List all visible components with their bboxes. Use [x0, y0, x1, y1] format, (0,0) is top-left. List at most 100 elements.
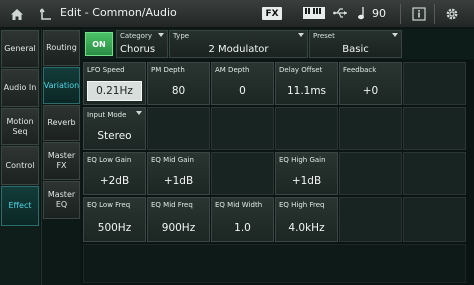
param-value: +1dB	[163, 175, 194, 187]
param-value: 1.0	[234, 222, 251, 234]
subnav-label: Master FX	[47, 151, 76, 170]
empty-cell	[339, 152, 402, 195]
eq-mid-freq-knob[interactable]: EQ Mid Freq 900Hz	[147, 197, 210, 242]
param-label: LFO Speed	[87, 66, 125, 74]
home-icon	[11, 8, 23, 20]
subnav-label: Routing	[46, 43, 77, 52]
note-icon	[358, 7, 364, 20]
empty-cell	[403, 107, 466, 150]
pm-depth-knob[interactable]: PM Depth 80	[147, 62, 210, 105]
secondary-nav: Routing Variation Reverb Master FX Maste…	[41, 29, 80, 285]
nav-effect[interactable]: Effect	[1, 186, 39, 226]
info-icon	[412, 7, 426, 21]
subnav-master-eq[interactable]: Master EQ	[43, 181, 80, 219]
param-value: Stereo	[97, 130, 132, 142]
param-label: EQ Low Freq	[87, 201, 131, 209]
gear-icon	[446, 8, 458, 20]
parameter-grid: LFO Speed 0.21Hz PM Depth 80 AM Depth 0 …	[82, 60, 474, 285]
subnav-reverb[interactable]: Reverb	[43, 105, 80, 141]
type-selector[interactable]: Type 2 Modulator	[169, 30, 308, 58]
nav-label: Effect	[8, 201, 32, 210]
preset-value: Basic	[342, 44, 369, 55]
delay-offset-knob[interactable]: Delay Offset 11.1ms	[275, 62, 338, 105]
param-label: PM Depth	[151, 66, 185, 74]
param-label: AM Depth	[215, 66, 250, 74]
keyboard-icon	[303, 7, 325, 19]
category-selector[interactable]: Category Chorus	[116, 30, 168, 58]
eq-high-freq-knob[interactable]: EQ High Freq 4.0kHz	[275, 197, 338, 242]
primary-nav: General Audio In Motion Seq Control Effe…	[0, 29, 40, 285]
type-value: 2 Modulator	[208, 44, 269, 55]
effect-on-toggle[interactable]: ON	[85, 32, 113, 56]
preset-label: Preset	[313, 32, 335, 40]
param-label: Feedback	[343, 66, 377, 74]
subnav-label: Master EQ	[47, 190, 76, 209]
home-button[interactable]	[4, 3, 30, 25]
nav-general[interactable]: General	[1, 30, 39, 68]
feedback-knob[interactable]: Feedback +0	[339, 62, 402, 105]
param-label: EQ High Gain	[279, 156, 326, 164]
toolbar-divider	[434, 4, 435, 24]
back-button[interactable]	[38, 3, 54, 25]
subnav-variation[interactable]: Variation	[43, 67, 80, 104]
param-label: EQ High Freq	[279, 201, 325, 209]
eq-mid-width-knob[interactable]: EQ Mid Width 1.0	[211, 197, 274, 242]
eq-mid-gain-knob[interactable]: EQ Mid Gain +1dB	[147, 152, 210, 195]
top-bar: Edit - Common/Audio FX 90	[0, 0, 474, 28]
empty-cell	[403, 197, 466, 242]
param-value: +1dB	[291, 175, 322, 187]
empty-cell	[403, 152, 466, 195]
param-value: 11.1ms	[286, 85, 327, 97]
nav-label: Motion Seq	[6, 116, 34, 136]
empty-footer-area	[83, 244, 466, 283]
param-label: Delay Offset	[279, 66, 323, 74]
empty-cell	[339, 107, 402, 150]
nav-label: Control	[5, 160, 35, 170]
empty-cell	[147, 107, 210, 150]
param-label: EQ Low Gain	[87, 156, 132, 164]
empty-cell	[211, 152, 274, 195]
param-value: +2dB	[99, 175, 130, 187]
usb-icon	[333, 8, 347, 18]
empty-cell	[275, 107, 338, 150]
subnav-master-fx[interactable]: Master FX	[43, 142, 80, 180]
eq-low-freq-knob[interactable]: EQ Low Freq 500Hz	[83, 197, 146, 242]
category-value: Chorus	[120, 44, 156, 55]
param-label: EQ Mid Freq	[151, 201, 193, 209]
dropdown-triangle-icon	[136, 111, 142, 115]
nav-audio-in[interactable]: Audio In	[1, 69, 39, 107]
settings-button[interactable]	[440, 3, 464, 25]
eq-high-gain-knob[interactable]: EQ High Gain +1dB	[275, 152, 338, 195]
param-value: 0	[239, 85, 246, 97]
nav-motion-seq[interactable]: Motion Seq	[1, 108, 39, 145]
param-value: +0	[362, 85, 379, 97]
category-label: Category	[120, 32, 152, 40]
empty-cell	[403, 62, 466, 105]
param-value: 900Hz	[161, 222, 196, 234]
eq-low-gain-knob[interactable]: EQ Low Gain +2dB	[83, 152, 146, 195]
param-label: Input Mode	[87, 111, 127, 119]
toolbar-divider	[400, 4, 401, 24]
nav-label: General	[4, 44, 36, 53]
param-value: 4.0kHz	[288, 222, 325, 234]
param-value: 0.21Hz	[87, 81, 142, 101]
lfo-speed-knob[interactable]: LFO Speed 0.21Hz	[83, 62, 146, 105]
param-value: 500Hz	[97, 222, 132, 234]
nav-label: Audio In	[3, 83, 37, 92]
param-label: EQ Mid Gain	[151, 156, 194, 164]
fx-badge: FX	[262, 7, 282, 20]
subnav-routing[interactable]: Routing	[43, 30, 80, 66]
dropdown-triangle-icon	[158, 33, 164, 37]
type-label: Type	[173, 32, 190, 40]
subnav-label: Reverb	[47, 118, 76, 127]
tempo-value[interactable]: 90	[372, 7, 386, 20]
info-button[interactable]	[408, 3, 430, 25]
preset-selector[interactable]: Preset Basic	[309, 30, 402, 58]
empty-cell	[211, 107, 274, 150]
subnav-label: Variation	[43, 80, 80, 90]
page-title: Edit - Common/Audio	[60, 6, 177, 19]
nav-control[interactable]: Control	[1, 146, 39, 185]
am-depth-knob[interactable]: AM Depth 0	[211, 62, 274, 105]
input-mode-selector[interactable]: Input Mode Stereo	[83, 107, 146, 150]
param-label: EQ Mid Width	[215, 201, 263, 209]
